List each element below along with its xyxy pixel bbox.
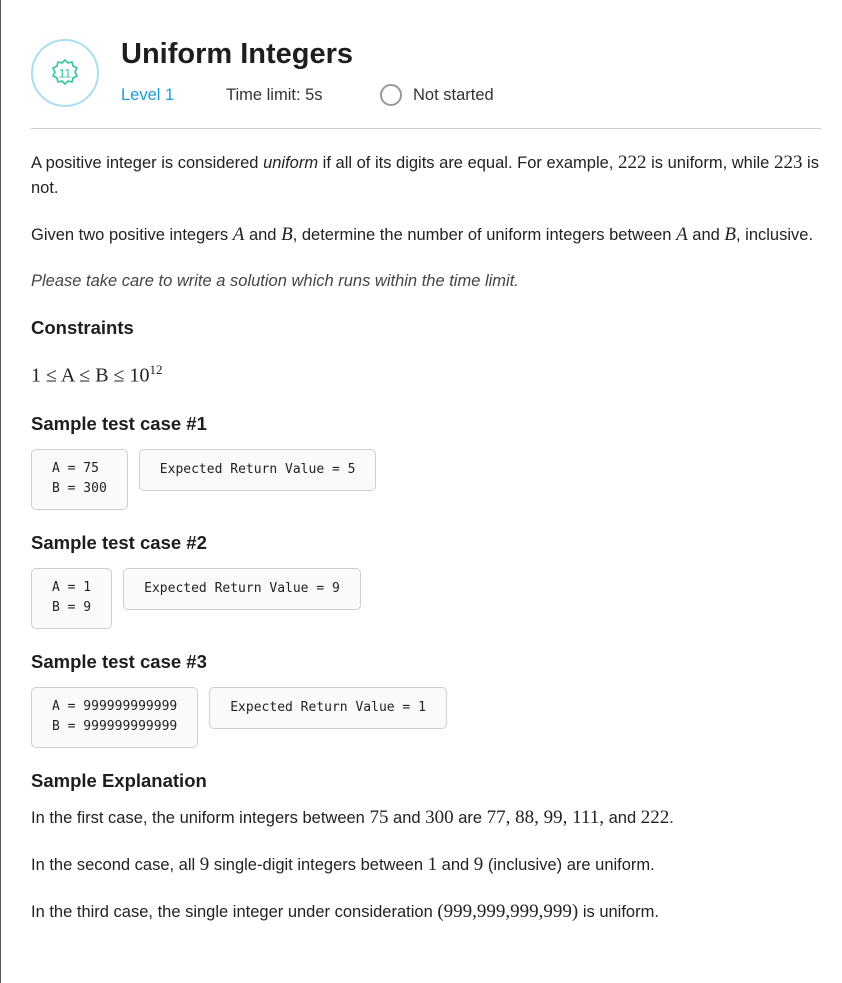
explanation-paragraph-3: In the third case, the single integer un…: [31, 900, 659, 922]
sample-row-2: A = 1B = 9 Expected Return Value = 9: [31, 567, 821, 629]
left-border: [0, 0, 1, 983]
sample-row-1: A = 75 B = 300 Expected Return Value = 5: [31, 448, 821, 510]
level-link[interactable]: Level 1: [121, 86, 174, 105]
constraints-heading: Constraints: [31, 317, 134, 338]
time-limit-note: Please take care to write a solution whi…: [31, 272, 519, 290]
problem-content: A positive integer is considered uniform…: [31, 150, 821, 946]
sample-heading-3: Sample test case #3: [31, 650, 207, 672]
sample-input-1: A = 75 B = 300: [31, 448, 128, 510]
sample-output-1: Expected Return Value = 5: [138, 448, 377, 491]
constraint-expression: 1 ≤ A ≤ B ≤ 1012: [31, 362, 163, 387]
sample-output-3: Expected Return Value = 1: [209, 686, 447, 729]
sample-heading-1: Sample test case #1: [31, 412, 207, 434]
badge-number: 11: [59, 67, 72, 81]
statement-paragraph-1: A positive integer is considered uniform…: [31, 152, 819, 197]
sample-input-3: A = 999999999999 B = 999999999999: [31, 686, 199, 748]
explanation-body: In the first case, the uniform integers …: [31, 805, 821, 925]
sample-row-3: A = 999999999999 B = 999999999999 Expecte…: [31, 686, 821, 748]
explanation-heading: Sample Explanation: [31, 769, 207, 791]
status-label: Not started: [413, 86, 494, 104]
empty-circle-icon: [380, 84, 402, 106]
statement-paragraph-2: Given two positive integers A and B, det…: [31, 224, 814, 245]
sample-input-2: A = 1B = 9: [31, 567, 113, 629]
page-title: Uniform Integers: [121, 38, 354, 70]
sample-heading-2: Sample test case #2: [31, 531, 207, 553]
gear-badge-icon: 11: [52, 59, 78, 85]
sample-output-2: Expected Return Value = 9: [123, 567, 361, 610]
level-badge: 11: [31, 39, 99, 107]
header-divider: [31, 128, 821, 129]
time-limit: Time limit: 5s: [226, 86, 323, 104]
explanation-paragraph-2: In the second case, all 9 single-digit i…: [31, 853, 655, 875]
explanation-paragraph-1: In the first case, the uniform integers …: [31, 806, 674, 828]
